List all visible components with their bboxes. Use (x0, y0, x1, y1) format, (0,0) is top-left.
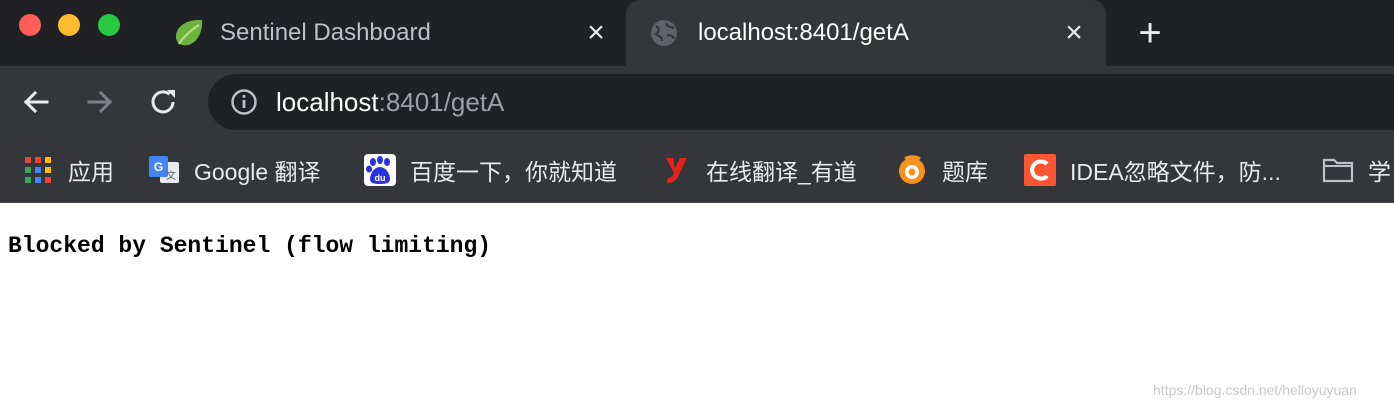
bookmark-idea-ignore[interactable]: IDEA忽略文件，防... (1024, 150, 1281, 190)
tiku-icon (896, 154, 928, 186)
bookmark-folder[interactable]: 学 (1322, 150, 1391, 190)
address-bar[interactable]: localhost:8401/getA (208, 74, 1394, 130)
folder-icon (1322, 154, 1354, 186)
url-text[interactable]: localhost:8401/getA (276, 85, 504, 119)
url-host: localhost (276, 87, 379, 117)
window-close-button[interactable] (19, 14, 41, 36)
tab-title: Sentinel Dashboard (220, 19, 431, 46)
back-button[interactable] (17, 83, 55, 121)
tab-sentinel-dashboard[interactable]: Sentinel Dashboard × (150, 0, 624, 66)
bookmark-google-translate[interactable]: G 文 Google 翻译 (148, 150, 321, 190)
bookmark-label: 百度一下，你就知道 (410, 159, 617, 185)
window-minimize-button[interactable] (58, 14, 80, 36)
svg-text:G: G (154, 160, 163, 174)
browser-toolbar: localhost:8401/getA (0, 66, 1394, 138)
bookmark-label: 在线翻译_有道 (706, 159, 857, 185)
svg-text:du: du (375, 173, 386, 183)
arrow-right-icon (87, 90, 113, 114)
apps-grid-icon (22, 154, 54, 186)
tab-close-icon[interactable]: × (1060, 18, 1088, 48)
arrow-left-icon (23, 90, 49, 114)
page-body-text: Blocked by Sentinel (flow limiting) (8, 233, 492, 259)
watermark: https://blog.csdn.net/helloyuyuan (1153, 382, 1357, 398)
url-path: :8401/getA (378, 87, 505, 117)
tab-localhost-geta[interactable]: localhost:8401/getA × (626, 0, 1106, 66)
svg-text:文: 文 (166, 169, 176, 182)
bookmark-baidu[interactable]: du 百度一下，你就知道 (364, 150, 617, 190)
bookmark-label: IDEA忽略文件，防... (1070, 159, 1281, 185)
site-info-icon[interactable] (230, 88, 258, 116)
bookmark-tiku[interactable]: 题库 (896, 150, 988, 190)
bookmark-label: 题库 (942, 159, 988, 185)
spring-leaf-icon (172, 17, 206, 49)
bookmark-label: Google 翻译 (194, 159, 321, 185)
csdn-c-icon (1024, 154, 1056, 186)
bookmark-youdao[interactable]: 在线翻译_有道 (660, 150, 857, 190)
tab-close-icon[interactable]: × (582, 18, 610, 48)
bookmark-label: 学 (1368, 159, 1391, 185)
tab-title: localhost:8401/getA (698, 19, 909, 46)
new-tab-button[interactable]: + (1133, 13, 1167, 53)
bookmark-label: 应用 (68, 159, 114, 185)
globe-icon (650, 19, 678, 47)
google-translate-icon: G 文 (148, 154, 180, 186)
window-maximize-button[interactable] (98, 14, 120, 36)
reload-button[interactable] (145, 83, 183, 121)
reload-icon (151, 90, 175, 114)
bookmark-apps[interactable]: 应用 (22, 150, 114, 190)
baidu-paw-icon: du (364, 154, 396, 186)
bookmarks-bar: 应用 G 文 Google 翻译 du 百度一下，你就知道 在线翻译_有道 题库… (0, 138, 1394, 203)
youdao-icon (660, 154, 692, 186)
tab-strip: Sentinel Dashboard × localhost:8401/getA… (0, 0, 1394, 66)
forward-button[interactable] (81, 83, 119, 121)
